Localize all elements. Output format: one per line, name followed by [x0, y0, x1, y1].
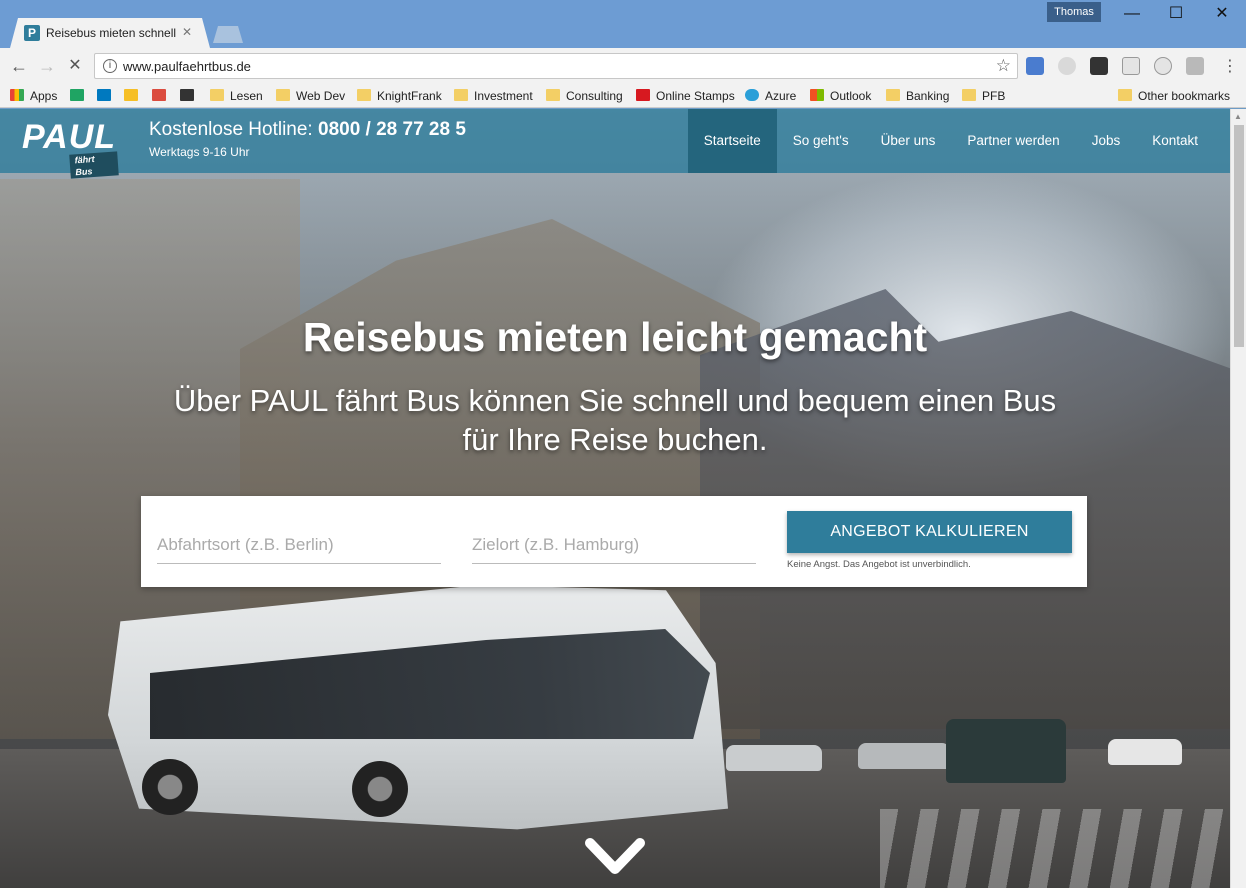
translate-extension-icon[interactable] [1026, 57, 1044, 75]
window-minimize-icon[interactable]: — [1114, 4, 1150, 24]
web-page: PAUL fährt Bus Kostenlose Hotline: 0800 … [0, 109, 1230, 888]
bookmark-folder-banking[interactable]: Banking [886, 87, 949, 105]
dropbox-extension-icon[interactable] [1186, 57, 1204, 75]
folder-icon [546, 89, 560, 101]
folder-icon [886, 89, 900, 101]
bookmark-star-icon[interactable]: ☆ [996, 56, 1011, 76]
buffer-extension-icon[interactable] [1090, 57, 1108, 75]
microsoft-icon [810, 89, 824, 101]
bookmark-sheets-icon[interactable] [70, 87, 90, 105]
hotline-label: Kostenlose Hotline: [149, 119, 313, 140]
bookmark-folder-knightfrank[interactable]: KnightFrank [357, 87, 442, 105]
calculate-quote-button[interactable]: ANGEBOT KALKULIEREN [787, 511, 1072, 553]
hotline-hours: Werktags 9-16 Uhr [149, 145, 250, 159]
paul-logo[interactable]: PAUL fährt Bus [22, 117, 119, 179]
cloud-icon [745, 89, 759, 101]
folder-icon [454, 89, 468, 101]
bookmark-other[interactable]: Other bookmarks [1118, 87, 1230, 105]
nav-so-gehts[interactable]: So geht's [777, 109, 865, 173]
hero-background-suv [946, 719, 1066, 783]
bookmark-folder-lesen[interactable]: Lesen [210, 87, 263, 105]
site-header: PAUL fährt Bus Kostenlose Hotline: 0800 … [0, 109, 1230, 179]
stop-loading-icon[interactable]: ✕ [64, 55, 86, 77]
tab-title: Reisebus mieten schnell [46, 26, 177, 40]
bookmark-online-stamps[interactable]: Online Stamps [636, 87, 735, 105]
nav-ueber-uns[interactable]: Über uns [865, 109, 952, 173]
hero-background-wheel [142, 759, 198, 815]
nav-jobs[interactable]: Jobs [1076, 109, 1137, 173]
hero-title: Reisebus mieten leicht gemacht [302, 314, 928, 360]
address-bar[interactable]: i www.paulfaehrtbus.de ☆ [94, 53, 1018, 79]
nav-startseite[interactable]: Startseite [687, 109, 777, 173]
new-tab-button[interactable] [213, 26, 243, 43]
hero-background-wheel [352, 761, 408, 817]
profile-button[interactable]: Thomas [1047, 2, 1101, 22]
bookmark-outlook[interactable]: Outlook [810, 87, 871, 105]
bookmark-buffer-icon[interactable] [180, 87, 200, 105]
bookmark-folder-pfb[interactable]: PFB [962, 87, 1005, 105]
nav-partner-werden[interactable]: Partner werden [951, 109, 1075, 173]
folder-icon [1118, 89, 1132, 101]
tab-close-icon[interactable]: ✕ [182, 25, 192, 39]
window-close-icon[interactable]: ✕ [1204, 4, 1240, 24]
site-favicon-icon: P [24, 25, 40, 41]
site-info-icon[interactable]: i [103, 59, 117, 73]
apps-grid-icon [10, 89, 24, 101]
departure-input[interactable] [157, 526, 441, 564]
page-scrollbar[interactable]: ▲ [1230, 109, 1246, 888]
folder-icon [357, 89, 371, 101]
hero-background-crosswalk [880, 809, 1230, 888]
hero-background-car [858, 743, 950, 769]
bookmarks-bar: Apps Lesen Web Dev KnightFrank Investmen… [0, 84, 1246, 108]
document-extension-icon[interactable] [1122, 57, 1140, 75]
hotline-number[interactable]: 0800 / 28 77 28 5 [318, 119, 466, 140]
browser-toolbar: ← → ✕ i www.paulfaehrtbus.de ☆ ⋮ [0, 48, 1246, 84]
bookmark-todoist-icon[interactable] [152, 87, 172, 105]
browser-tab-active[interactable]: P Reisebus mieten schnell ✕ [10, 18, 210, 48]
folder-icon [276, 89, 290, 101]
back-arrow-icon[interactable]: ← [8, 55, 30, 77]
bookmark-folder-webdev[interactable]: Web Dev [276, 87, 345, 105]
main-navigation: Startseite So geht's Über uns Partner we… [687, 109, 1230, 173]
window-maximize-icon[interactable]: ☐ [1158, 4, 1194, 24]
bookmark-folder-investment[interactable]: Investment [454, 87, 533, 105]
browser-titlebar: P Reisebus mieten schnell ✕ Thomas — ☐ ✕ [0, 0, 1246, 48]
form-disclaimer: Keine Angst. Das Angebot ist unverbindli… [787, 559, 971, 570]
quote-form: ANGEBOT KALKULIEREN Keine Angst. Das Ang… [141, 496, 1087, 587]
hero-background-van [1108, 739, 1182, 765]
bookmark-trello-icon[interactable] [97, 87, 117, 105]
folder-icon [210, 89, 224, 101]
bookmark-azure[interactable]: Azure [745, 87, 796, 105]
hotline: Kostenlose Hotline: 0800 / 28 77 28 5 [149, 119, 466, 141]
chevron-down-icon[interactable] [584, 837, 646, 877]
url-text: www.paulfaehrtbus.de [123, 59, 251, 74]
hero-subtitle: Über PAUL fährt Bus können Sie schnell u… [173, 383, 1057, 457]
scroll-up-arrow-icon[interactable]: ▲ [1234, 112, 1242, 121]
hero-background-car [726, 745, 822, 771]
forward-arrow-icon[interactable]: → [36, 55, 58, 77]
stamp-icon [636, 89, 650, 101]
nav-kontakt[interactable]: Kontakt [1136, 109, 1230, 173]
destination-input[interactable] [472, 526, 756, 564]
bookmark-keep-icon[interactable] [124, 87, 144, 105]
browser-menu-icon[interactable]: ⋮ [1222, 56, 1238, 76]
scrollbar-thumb[interactable] [1234, 125, 1244, 347]
folder-icon [962, 89, 976, 101]
bookmark-folder-consulting[interactable]: Consulting [546, 87, 623, 105]
code-extension-icon[interactable] [1154, 57, 1172, 75]
bookmark-apps[interactable]: Apps [10, 87, 57, 105]
extension-icon[interactable] [1058, 57, 1076, 75]
